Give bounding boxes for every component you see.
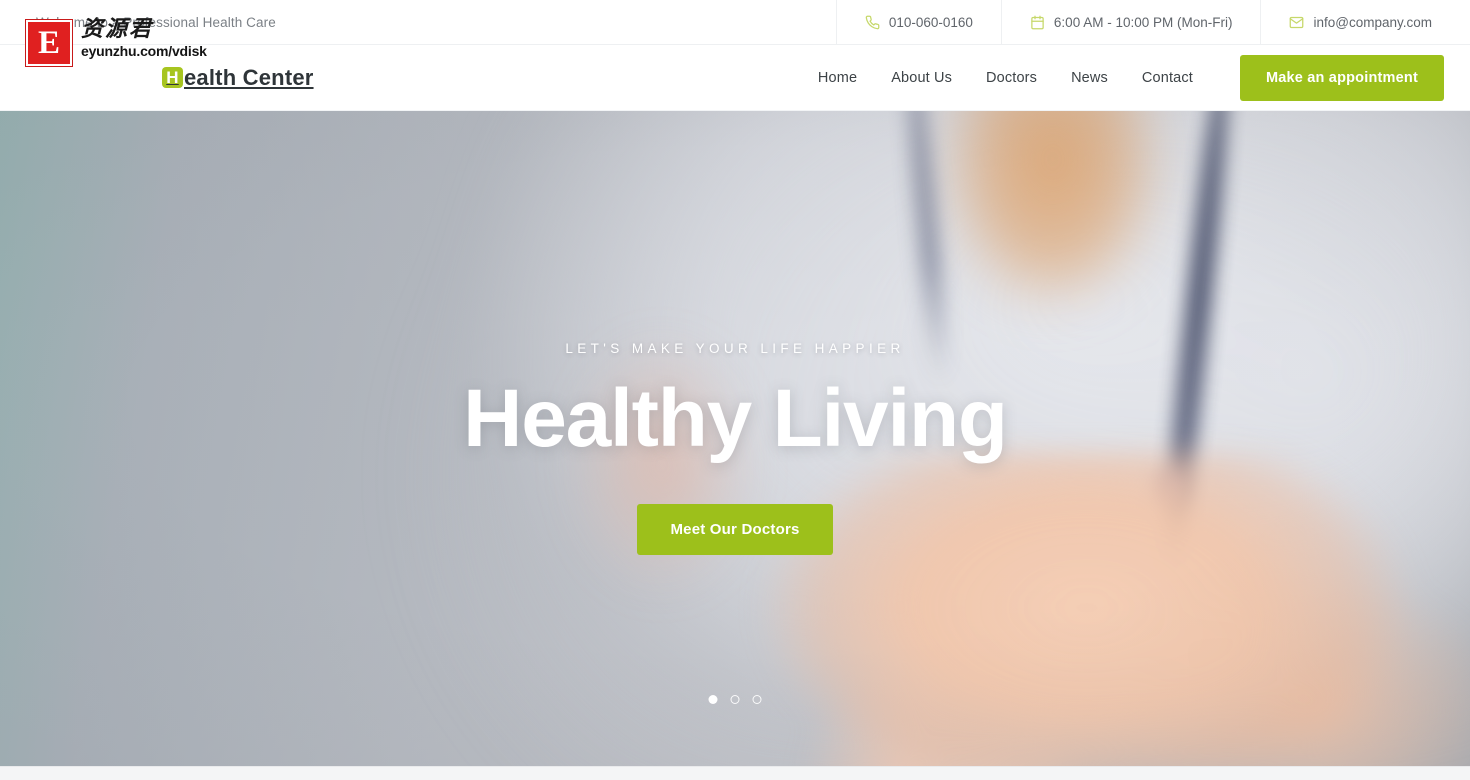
mail-icon	[1289, 15, 1304, 30]
nav-item-contact[interactable]: Contact	[1125, 70, 1210, 86]
phone-icon	[865, 15, 880, 30]
page-root: Welcome to a Professional Health Care 01…	[0, 0, 1470, 780]
top-bar: Welcome to a Professional Health Care 01…	[0, 0, 1470, 45]
meet-our-doctors-button[interactable]: Meet Our Doctors	[637, 504, 833, 556]
slider-dot-3[interactable]	[752, 695, 762, 704]
topbar-email[interactable]: info@company.com	[1260, 0, 1446, 45]
topbar-hours-label: 6:00 AM - 10:00 PM (Mon-Fri)	[1053, 14, 1233, 30]
nav-item-doctors[interactable]: Doctors	[969, 70, 1054, 86]
calendar-icon	[1030, 15, 1045, 30]
topbar-email-label: info@company.com	[1313, 14, 1432, 30]
topbar-hours: 6:00 AM - 10:00 PM (Mon-Fri)	[1000, 0, 1261, 45]
hero-slider-dots	[708, 695, 762, 704]
hero-slider: LET'S MAKE YOUR LIFE HAPPIER Healthy Liv…	[0, 111, 1470, 766]
logo-initial-badge: H	[162, 67, 183, 88]
hero-content: LET'S MAKE YOUR LIFE HAPPIER Healthy Liv…	[0, 111, 1470, 766]
top-bar-contact-group: 010-060-0160 6:00 AM - 10:00 PM (Mon-Fri…	[835, 0, 1446, 45]
make-an-appointment-button[interactable]: Make an appointment	[1239, 54, 1444, 101]
slider-dot-1[interactable]	[708, 695, 718, 704]
site-logo[interactable]: H ealth Center	[36, 65, 314, 91]
topbar-phone-label: 010-060-0160	[888, 14, 973, 30]
slider-dot-2[interactable]	[730, 695, 740, 704]
hero-eyebrow: LET'S MAKE YOUR LIFE HAPPIER	[565, 341, 905, 356]
logo-text: ealth Center	[184, 64, 314, 90]
hero-title: Healthy Living	[463, 373, 1008, 464]
next-section-top-edge	[0, 766, 1470, 780]
main-navigation-bar: H ealth Center Home About Us Doctors New…	[0, 45, 1470, 111]
nav-item-news[interactable]: News	[1054, 70, 1125, 86]
nav-links: Home About Us Doctors News Contact Make …	[801, 54, 1470, 101]
welcome-text: Welcome to a Professional Health Care	[36, 14, 276, 30]
topbar-phone[interactable]: 010-060-0160	[835, 0, 1001, 45]
nav-item-about-us[interactable]: About Us	[874, 70, 969, 86]
nav-item-home[interactable]: Home	[801, 70, 874, 86]
